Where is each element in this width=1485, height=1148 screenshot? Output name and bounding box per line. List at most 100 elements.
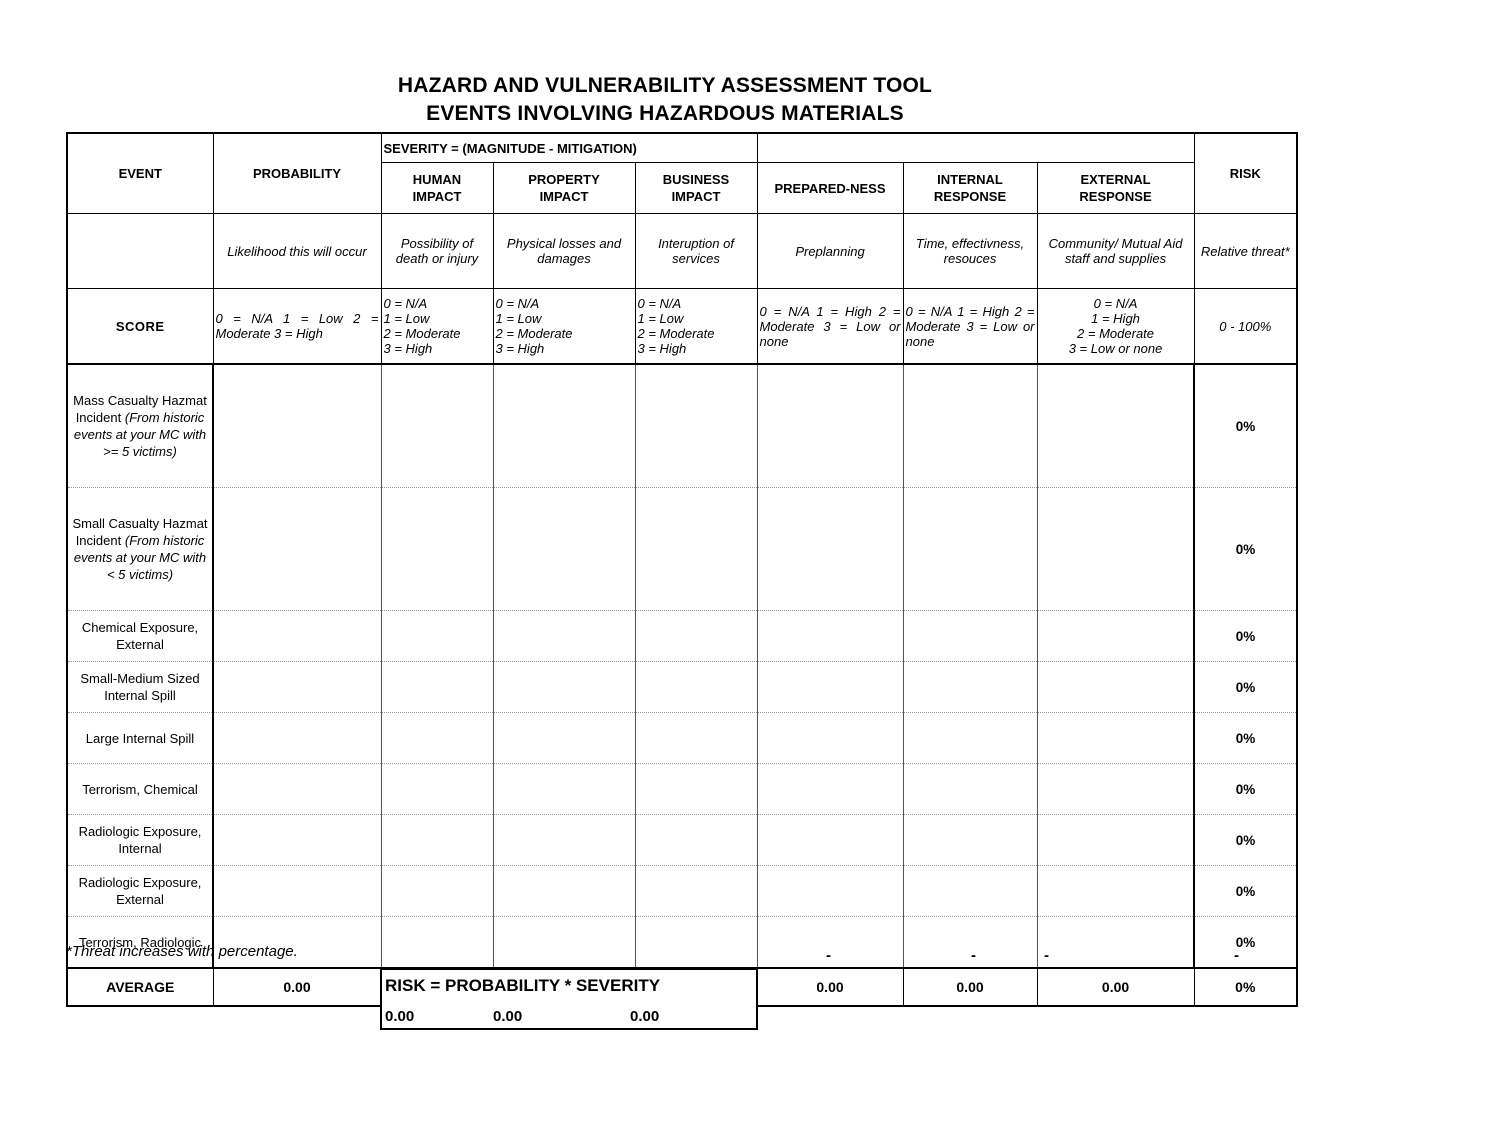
cell-preparedness[interactable]: [756, 865, 904, 917]
cell-human-impact[interactable]: [380, 610, 494, 662]
cell-risk: 0%: [1193, 712, 1299, 764]
cell-external-response[interactable]: [1036, 661, 1195, 713]
desc-probability: Likelihood this will occur: [212, 213, 382, 289]
desc-external-response: Community/ Mutual Aid staff and supplies: [1036, 213, 1195, 289]
cell-human-impact[interactable]: [380, 814, 494, 866]
cell-risk: 0%: [1193, 814, 1299, 866]
event-name-cell: Small Casualty Hazmat Incident (From his…: [66, 487, 214, 611]
cell-preparedness[interactable]: [756, 661, 904, 713]
cell-property-impact[interactable]: [492, 712, 636, 764]
desc-property-impact: Physical losses and damages: [492, 213, 636, 289]
cell-human-impact[interactable]: [380, 661, 494, 713]
average-preparedness: 0.00: [756, 967, 904, 1007]
risk-formula-value-severity: 0.00: [630, 1008, 660, 1025]
title-line-2: EVENTS INVOLVING HAZARDOUS MATERIALS: [426, 102, 904, 125]
event-name: Large Internal Spill: [85, 730, 195, 746]
event-name: Radiologic Exposure, External: [78, 875, 202, 907]
cell-preparedness[interactable]: [756, 610, 904, 662]
event-name: Small-Medium Sized Internal Spill: [80, 671, 200, 703]
cell-property-impact[interactable]: [492, 865, 636, 917]
score-internal-response-text: 0 = N/A 1 = High 2 = Moderate 3 = Low or…: [905, 303, 1035, 349]
cell-property-impact[interactable]: [492, 487, 636, 611]
cell-human-impact[interactable]: [380, 487, 494, 611]
desc-internal-response: Time, effectivness, resouces: [902, 213, 1038, 289]
cell-human-impact[interactable]: [380, 712, 494, 764]
cell-property-impact[interactable]: [492, 763, 636, 815]
cell-property-impact[interactable]: [492, 610, 636, 662]
cell-preparedness[interactable]: [756, 712, 904, 764]
score-property-impact: 0 = N/A 1 = Low 2 = Moderate 3 = High: [492, 288, 636, 365]
cell-business-impact[interactable]: [634, 610, 758, 662]
score-risk-range: 0 - 100%: [1193, 288, 1299, 365]
cell-preparedness[interactable]: [756, 763, 904, 815]
cell-business-impact[interactable]: [634, 363, 758, 488]
header-human-impact-l2: IMPACT: [412, 189, 462, 204]
score-human-impact: 0 = N/A 1 = Low 2 = Moderate 3 = High: [380, 288, 494, 365]
cell-external-response[interactable]: [1036, 814, 1195, 866]
cell-business-impact[interactable]: [634, 487, 758, 611]
cell-internal-response[interactable]: [902, 610, 1038, 662]
cell-internal-response[interactable]: [902, 363, 1038, 488]
cell-property-impact[interactable]: [492, 661, 636, 713]
cell-risk: 0%: [1193, 610, 1299, 662]
cell-property-impact[interactable]: [492, 363, 636, 488]
cell-internal-response[interactable]: [902, 661, 1038, 713]
cell-business-impact[interactable]: [634, 865, 758, 917]
header-business-impact-l1: BUSINESS: [662, 172, 730, 187]
cell-business-impact[interactable]: [634, 712, 758, 764]
cell-business-impact[interactable]: [634, 814, 758, 866]
cell-property-impact[interactable]: [492, 814, 636, 866]
cell-probability[interactable]: [212, 363, 382, 488]
cell-human-impact[interactable]: [380, 865, 494, 917]
cell-human-impact[interactable]: [380, 363, 494, 488]
page-title: HAZARD AND VULNERABILITY ASSESSMENT TOOL…: [0, 72, 1330, 128]
cell-internal-response[interactable]: [902, 763, 1038, 815]
cell-internal-response[interactable]: [902, 865, 1038, 917]
cell-probability[interactable]: [212, 814, 382, 866]
cell-external-response[interactable]: [1036, 865, 1195, 917]
cell-risk: 0%: [1193, 487, 1299, 611]
cell-internal-response[interactable]: [902, 814, 1038, 866]
cell-business-impact[interactable]: [634, 916, 758, 969]
table-row: Large Internal Spill 0%: [66, 712, 1299, 764]
cell-probability[interactable]: [212, 763, 382, 815]
cell-business-impact[interactable]: [634, 763, 758, 815]
header-preparedness: PREPARED-NESS: [756, 162, 904, 214]
cell-probability[interactable]: [212, 712, 382, 764]
header-external-response: EXTERNAL RESPONSE: [1036, 162, 1195, 214]
dash-mark-4: -: [1234, 947, 1239, 964]
cell-external-response[interactable]: [1036, 916, 1195, 969]
desc-business-impact: Interuption of services: [634, 213, 758, 289]
cell-external-response[interactable]: [1036, 712, 1195, 764]
cell-human-impact[interactable]: [380, 763, 494, 815]
cell-preparedness[interactable]: [756, 363, 904, 488]
cell-preparedness[interactable]: [756, 814, 904, 866]
cell-external-response[interactable]: [1036, 363, 1195, 488]
cell-probability[interactable]: [212, 865, 382, 917]
cell-external-response[interactable]: [1036, 763, 1195, 815]
cell-internal-response[interactable]: [902, 487, 1038, 611]
header-internal-response-l2: RESPONSE: [933, 189, 1007, 204]
event-name-cell: Small-Medium Sized Internal Spill: [66, 661, 214, 713]
score-external-response: 0 = N/A 1 = High 2 = Moderate 3 = Low or…: [1036, 288, 1195, 365]
event-name: Chemical Exposure, External: [81, 620, 199, 652]
cell-external-response[interactable]: [1036, 610, 1195, 662]
score-row: SCORE 0 = N/A 1 = Low 2 = Moderate 3 = H…: [66, 288, 1299, 365]
average-probability: 0.00: [212, 967, 382, 1007]
cell-probability[interactable]: [212, 487, 382, 611]
cell-probability[interactable]: [212, 610, 382, 662]
risk-formula-title: RISK = PROBABILITY * SEVERITY: [385, 976, 661, 995]
cell-external-response[interactable]: [1036, 487, 1195, 611]
cell-property-impact[interactable]: [492, 916, 636, 969]
header-property-impact-l2: IMPACT: [539, 189, 589, 204]
cell-probability[interactable]: [212, 661, 382, 713]
header-event: EVENT: [66, 132, 214, 214]
cell-business-impact[interactable]: [634, 661, 758, 713]
cell-human-impact[interactable]: [380, 916, 494, 969]
event-name-cell: Terrorism, Chemical: [66, 763, 214, 815]
average-risk: 0%: [1193, 967, 1299, 1007]
desc-human-impact: Possibility of death or injury: [380, 213, 494, 289]
cell-preparedness[interactable]: [756, 487, 904, 611]
cell-internal-response[interactable]: [902, 712, 1038, 764]
score-probability: 0 = N/A 1 = Low 2 = Moderate 3 = High: [212, 288, 382, 365]
